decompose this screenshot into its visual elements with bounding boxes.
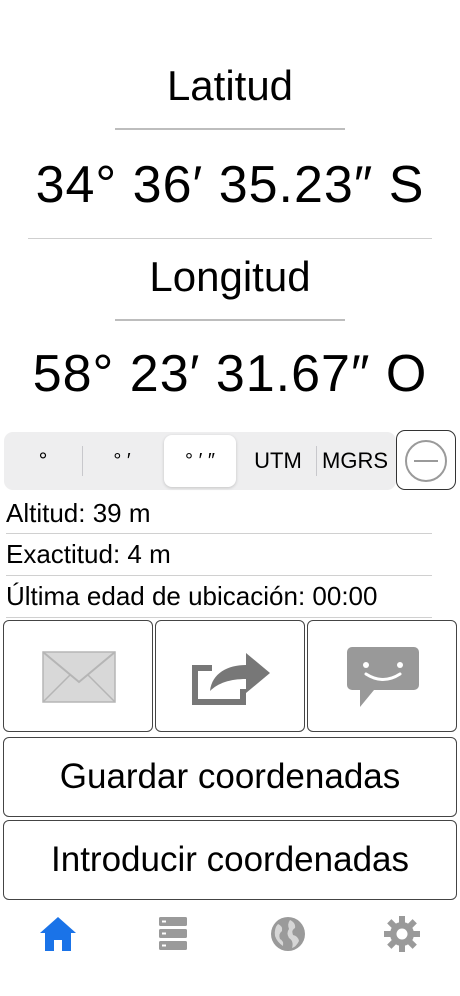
minus-circle-icon [405, 440, 447, 482]
tab-settings[interactable] [382, 914, 422, 954]
divider [6, 617, 432, 618]
format-option-degrees[interactable]: ° [4, 432, 82, 490]
format-option-utm[interactable]: UTM [240, 432, 316, 490]
format-option-degrees-minutes[interactable]: ° ′ [82, 432, 162, 490]
share-button[interactable] [155, 620, 305, 732]
collapse-button[interactable] [396, 430, 456, 490]
tab-home[interactable] [38, 914, 78, 954]
format-option-degrees-minutes-seconds[interactable]: ° ′ ″ [164, 435, 236, 487]
divider [115, 319, 345, 321]
format-option-mgrs[interactable]: MGRS [316, 432, 394, 490]
globe-icon [271, 917, 305, 951]
share-icon [192, 653, 270, 705]
message-icon [347, 647, 419, 707]
mail-icon [42, 651, 116, 703]
divider [28, 238, 432, 239]
tab-list[interactable] [153, 914, 193, 954]
latitude-value: 34° 36′ 35.23″ S [35, 156, 425, 214]
format-segmented-control: ° ° ′ ° ′ ″ UTM MGRS [4, 432, 396, 490]
enter-coordinates-button[interactable]: Introducir coordenadas [3, 820, 457, 900]
save-coordinates-button[interactable]: Guardar coordenadas [3, 737, 457, 817]
tab-bar [0, 900, 460, 996]
longitude-label: Longitud [149, 253, 311, 300]
location-age-text: Última edad de ubicación: 00:00 [6, 581, 378, 611]
home-icon [40, 917, 76, 951]
divider [6, 575, 432, 576]
latitude-label: Latitud [166, 62, 294, 109]
longitude-value: 58° 23′ 31.67″ O [32, 345, 428, 403]
divider [115, 128, 345, 130]
list-icon [159, 917, 187, 950]
divider [6, 533, 432, 534]
tab-map[interactable] [268, 914, 308, 954]
altitude-text: Altitud: 39 m [6, 498, 151, 528]
email-button[interactable] [3, 620, 153, 732]
gear-icon [384, 916, 420, 952]
accuracy-text: Exactitud: 4 m [6, 539, 171, 569]
sms-button[interactable] [307, 620, 457, 732]
